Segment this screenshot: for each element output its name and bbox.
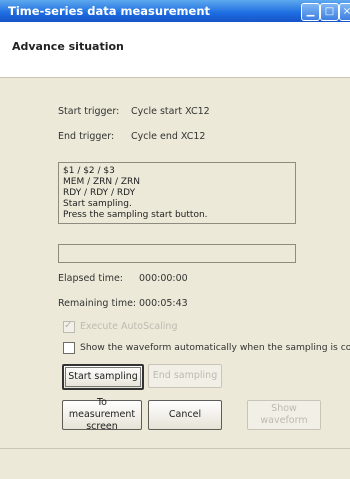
start-trigger-label: Start trigger: — [58, 106, 120, 117]
show-waveform-checkbox[interactable] — [63, 342, 75, 354]
remaining-time-value: 000:05:43 — [139, 298, 188, 309]
dialog-window: Time-series data measurement ▁ □ × Advan… — [0, 0, 350, 479]
end-trigger-value: Cycle end XC12 — [131, 131, 206, 142]
remaining-time-label: Remaining time: — [58, 298, 137, 309]
end-trigger-label: End trigger: — [58, 131, 115, 142]
end-sampling-button[interactable]: End sampling — [148, 364, 222, 388]
close-button[interactable]: × — [339, 3, 350, 21]
minimize-icon: ▁ — [306, 6, 315, 17]
cancel-button[interactable]: Cancel — [148, 400, 222, 430]
elapsed-time-value: 000:00:00 — [139, 273, 188, 284]
maximize-button[interactable]: □ — [320, 3, 339, 21]
button-label-line2: screen — [86, 421, 118, 432]
minimize-button[interactable]: ▁ — [301, 3, 320, 21]
show-waveform-button[interactable]: Show waveform — [247, 400, 321, 430]
footer-divider — [0, 448, 350, 449]
autoscaling-label: Execute AutoScaling — [80, 321, 178, 332]
autoscaling-checkbox[interactable]: ✓ — [63, 320, 75, 333]
message-line: MEM / ZRN / ZRN — [63, 177, 141, 187]
button-label-line1: To measurement — [68, 397, 136, 420]
start-trigger-value: Cycle start XC12 — [131, 106, 210, 117]
check-icon: ✓ — [64, 320, 73, 331]
close-icon: × — [342, 6, 350, 17]
message-line: $1 / $2 / $3 — [63, 166, 115, 176]
to-measurement-screen-button[interactable]: To measurement screen — [62, 397, 142, 432]
sampling-progress-bar — [58, 244, 296, 263]
status-message-box: $1 / $2 / $3 MEM / ZRN / ZRN RDY / RDY /… — [58, 162, 296, 224]
message-line: RDY / RDY / RDY — [63, 188, 136, 198]
header-panel: Advance situation — [0, 22, 350, 78]
header-title: Advance situation — [12, 40, 124, 53]
message-line: Start sampling. — [63, 199, 132, 209]
title-bar[interactable]: Time-series data measurement ▁ □ × — [0, 0, 350, 22]
start-sampling-button[interactable]: Start sampling — [62, 364, 144, 390]
maximize-icon: □ — [324, 6, 335, 17]
elapsed-time-label: Elapsed time: — [58, 273, 124, 284]
show-waveform-label: Show the waveform automatically when the… — [80, 342, 350, 353]
message-line: Press the sampling start button. — [63, 210, 208, 220]
window-title: Time-series data measurement — [8, 4, 211, 18]
